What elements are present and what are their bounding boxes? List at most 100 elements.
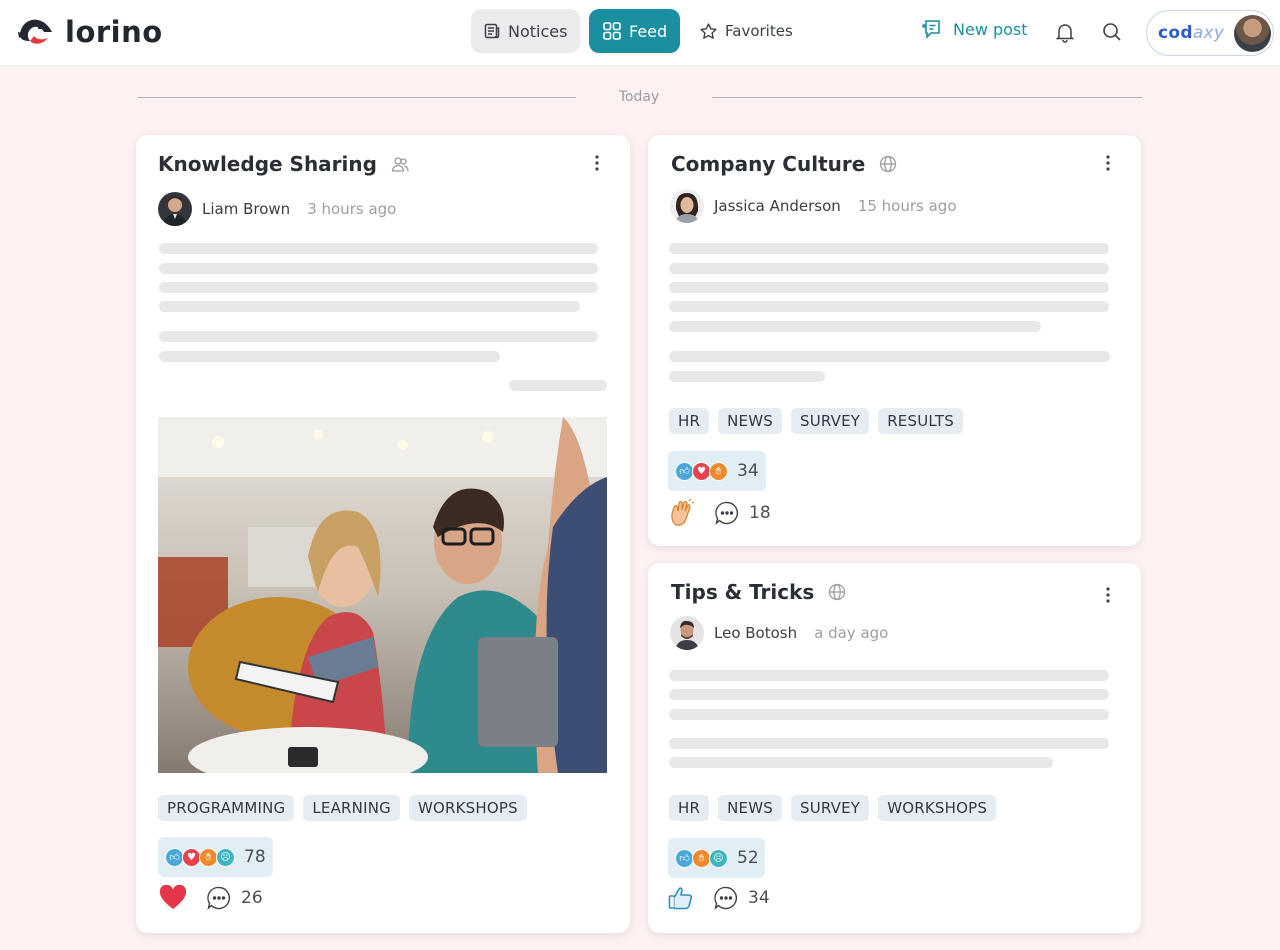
- text-placeholder: [159, 331, 598, 342]
- tag[interactable]: LEARNING: [303, 795, 400, 821]
- comment-icon: [207, 886, 231, 910]
- user-avatar[interactable]: [1234, 15, 1271, 52]
- text-placeholder: [669, 670, 1109, 681]
- text-placeholder: [669, 738, 1109, 749]
- tag[interactable]: NEWS: [718, 408, 782, 434]
- tag[interactable]: SURVEY: [790, 795, 870, 821]
- author-name[interactable]: Liam Brown: [202, 200, 290, 218]
- new-post-button[interactable]: New post: [922, 18, 1028, 40]
- text-placeholder: [669, 282, 1109, 293]
- new-post-label: New post: [953, 19, 1028, 39]
- more-options-icon[interactable]: [1104, 585, 1112, 605]
- text-placeholder: [669, 243, 1109, 254]
- nav-notices-label: Notices: [508, 21, 568, 41]
- divider-line-right: [712, 97, 1142, 98]
- more-options-icon[interactable]: [593, 153, 601, 173]
- post-card[interactable]: Tips & Tricks Leo Botosh a day ago HR NE…: [648, 563, 1141, 933]
- thumbs-up-icon[interactable]: [668, 885, 694, 911]
- comment-icon: [715, 501, 739, 525]
- post-author: Leo Botosh a day ago: [670, 616, 888, 650]
- author-name[interactable]: Leo Botosh: [714, 624, 797, 642]
- comment-count: 26: [241, 888, 263, 908]
- text-placeholder: [669, 371, 825, 382]
- app-name: lorino: [65, 15, 163, 49]
- text-placeholder: [669, 709, 1109, 720]
- users-icon: [391, 157, 409, 172]
- comment-button[interactable]: 18: [714, 500, 771, 526]
- post-time: 3 hours ago: [307, 200, 397, 218]
- post-time: 15 hours ago: [857, 197, 957, 215]
- reaction-summary[interactable]: 👍︎ ✋︎ ☹ 52: [668, 838, 765, 878]
- clap-icon[interactable]: [669, 499, 695, 527]
- post-time: a day ago: [814, 624, 889, 642]
- text-placeholder: [669, 263, 1109, 274]
- post-actions: 34: [668, 885, 770, 911]
- team-photo: [158, 417, 607, 773]
- grid-icon: [603, 22, 621, 40]
- tag-list: PROGRAMMING LEARNING WORKSHOPS: [158, 795, 536, 821]
- tag[interactable]: HR: [669, 795, 710, 821]
- reaction-count: 78: [244, 847, 266, 867]
- reaction-summary[interactable]: 👍︎ ♥ ✋︎ 34: [668, 451, 766, 491]
- workspace-brand: codaxy: [1158, 23, 1225, 43]
- post-card[interactable]: Company Culture Jassica Anderson 15 hour…: [648, 135, 1141, 546]
- tag[interactable]: RESULTS: [878, 408, 963, 434]
- reaction-count: 52: [737, 848, 759, 868]
- account-switcher[interactable]: codaxy: [1146, 10, 1274, 56]
- post-image[interactable]: [158, 417, 607, 773]
- comment-count: 34: [748, 888, 770, 908]
- newspaper-icon: [484, 23, 500, 39]
- bird-logo-icon: [18, 19, 52, 44]
- divider-line-left: [138, 97, 576, 98]
- comment-button[interactable]: 26: [206, 885, 263, 911]
- star-icon: [700, 22, 717, 39]
- post-title[interactable]: Knowledge Sharing: [158, 152, 409, 176]
- nav-feed-button[interactable]: Feed: [589, 9, 680, 53]
- tag[interactable]: WORKSHOPS: [878, 795, 997, 821]
- comment-icon: [714, 886, 738, 910]
- nav-favorites-button[interactable]: Favorites: [697, 9, 797, 53]
- nav-notices-button[interactable]: Notices: [471, 9, 580, 53]
- author-avatar[interactable]: [670, 616, 704, 650]
- tag-list: HR NEWS SURVEY RESULTS: [669, 408, 972, 434]
- author-name[interactable]: Jassica Anderson: [714, 197, 841, 215]
- post-title[interactable]: Company Culture: [671, 152, 897, 176]
- text-placeholder: [159, 351, 500, 362]
- post-actions: 26: [159, 885, 263, 911]
- tag[interactable]: SURVEY: [790, 408, 870, 434]
- tag[interactable]: NEWS: [718, 795, 782, 821]
- author-avatar[interactable]: [158, 192, 192, 226]
- reaction-summary[interactable]: 👍︎ ♥ ✋︎ ☹ 78: [158, 837, 273, 877]
- post-card[interactable]: Knowledge Sharing Liam Brown 3 hours ago: [136, 135, 630, 933]
- new-post-icon: [922, 20, 940, 39]
- tag-list: HR NEWS SURVEY WORKSHOPS: [669, 795, 1005, 821]
- text-placeholder: [159, 263, 598, 274]
- globe-icon: [880, 155, 897, 173]
- author-avatar[interactable]: [670, 189, 704, 223]
- bell-icon[interactable]: [1054, 21, 1076, 43]
- sad-reaction-icon: ☹: [709, 848, 728, 868]
- text-placeholder: [509, 380, 607, 391]
- tag[interactable]: HR: [669, 408, 710, 434]
- post-actions: 18: [669, 499, 771, 527]
- text-placeholder: [159, 282, 598, 293]
- clap-reaction-icon: ✋︎: [709, 461, 728, 481]
- nav-feed-label: Feed: [629, 21, 668, 41]
- text-placeholder: [159, 301, 580, 312]
- sad-reaction-icon: ☹: [216, 847, 235, 867]
- reaction-count: 34: [737, 461, 759, 481]
- app-logo[interactable]: lorino: [16, 14, 163, 50]
- tag[interactable]: WORKSHOPS: [408, 795, 527, 821]
- text-placeholder: [669, 757, 1053, 768]
- text-placeholder: [669, 689, 1109, 700]
- top-bar: lorino Notices Feed Favorites New post c…: [0, 0, 1280, 66]
- text-placeholder: [669, 351, 1110, 362]
- comment-button[interactable]: 34: [713, 885, 770, 911]
- heart-icon[interactable]: [159, 885, 187, 911]
- search-icon[interactable]: [1101, 21, 1123, 43]
- post-title[interactable]: Tips & Tricks: [671, 580, 846, 604]
- day-divider-label: Today: [618, 89, 660, 105]
- text-placeholder: [159, 243, 598, 254]
- tag[interactable]: PROGRAMMING: [158, 795, 295, 821]
- more-options-icon[interactable]: [1104, 153, 1112, 173]
